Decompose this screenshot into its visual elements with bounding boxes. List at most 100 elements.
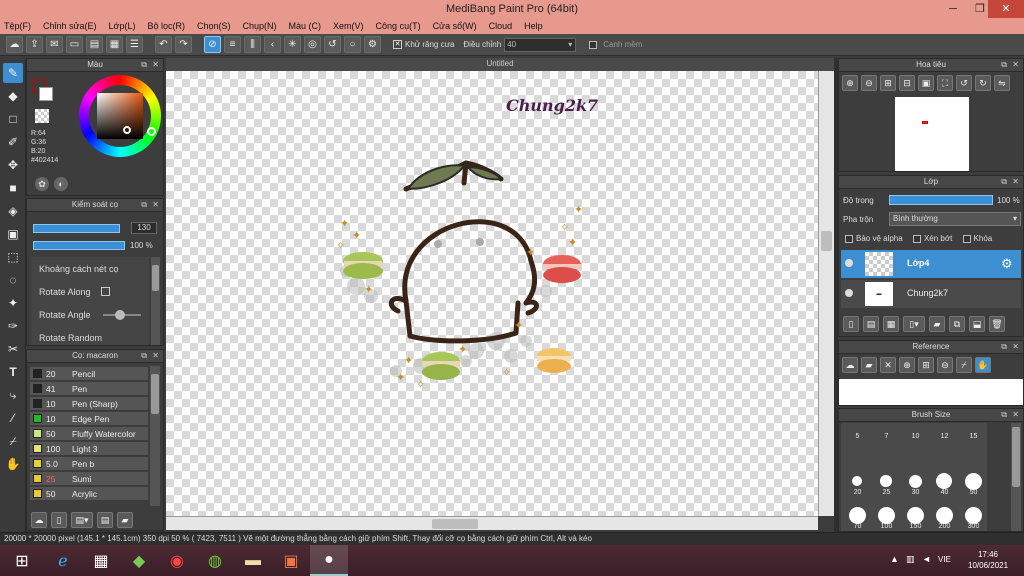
coccoc-icon[interactable]: ◍: [196, 545, 234, 576]
folder-icon[interactable]: ▰: [929, 316, 945, 332]
add-layer-menu-icon[interactable]: ▯▾: [903, 316, 925, 332]
undock-icon[interactable]: ⧉: [1001, 176, 1007, 188]
brush-props-scrollbar[interactable]: [151, 257, 160, 345]
brush-size-label[interactable]: 5: [849, 433, 866, 440]
close-panel-icon[interactable]: ✕: [1012, 341, 1019, 353]
internet-explorer-icon[interactable]: ℯ: [44, 545, 82, 576]
flip-icon[interactable]: ⇋: [994, 75, 1010, 91]
bucket-tool-icon[interactable]: ◈: [3, 201, 23, 221]
brush-size-label[interactable]: 100: [878, 523, 895, 530]
brush-list-item[interactable]: 41 Pen: [30, 382, 148, 396]
brush-list-scrollbar[interactable]: [150, 366, 160, 506]
layer-row[interactable]: ▬ Chung2k7: [841, 280, 1021, 308]
lasso-tool-icon[interactable]: ◌: [3, 270, 23, 290]
powerpoint-icon[interactable]: ▣: [272, 545, 310, 576]
menu-filter[interactable]: Bộ lọc(R): [147, 21, 185, 31]
gear-icon[interactable]: ⚙: [1001, 256, 1013, 272]
brush-list-item[interactable]: 100 Light 3: [30, 442, 148, 456]
brush-size-label[interactable]: 30: [907, 489, 924, 496]
dot-brush-tool-icon[interactable]: ✐: [3, 132, 23, 152]
layer-opacity-slider[interactable]: [889, 195, 993, 205]
brush-size-label[interactable]: 15: [965, 433, 982, 440]
list-icon[interactable]: ☰: [126, 36, 143, 53]
menu-view[interactable]: Xem(V): [333, 21, 364, 31]
close-panel-icon[interactable]: ✕: [152, 59, 159, 71]
brush-size-dot[interactable]: [936, 473, 952, 489]
cloud-icon[interactable]: ☁: [6, 36, 23, 53]
circle-snap-icon[interactable]: ◎: [304, 36, 321, 53]
rotate-along-checkbox[interactable]: [101, 287, 110, 296]
brush-size-label[interactable]: 200: [936, 523, 953, 530]
visibility-icon[interactable]: [845, 289, 853, 297]
trash-icon[interactable]: 🗑: [989, 316, 1005, 332]
grid-app-icon[interactable]: ▦: [82, 545, 120, 576]
zoom-fit-icon[interactable]: ⊞: [918, 357, 934, 373]
antialias-checkbox[interactable]: ✕: [393, 40, 402, 49]
brush-size-label[interactable]: 40: [936, 489, 953, 496]
zoom-in-icon[interactable]: ⊕: [899, 357, 915, 373]
navigator-preview[interactable]: [895, 97, 969, 171]
saturation-value-square[interactable]: [97, 93, 143, 139]
export-icon[interactable]: ⇪: [26, 36, 43, 53]
background-color-swatch[interactable]: [39, 87, 53, 101]
blend-mode-select[interactable]: Bình thường ▾: [889, 212, 1021, 226]
lock-checkbox[interactable]: [962, 234, 971, 243]
menu-snap[interactable]: Chụp(N): [243, 21, 277, 31]
vertical-scroll-thumb[interactable]: [821, 231, 832, 251]
grid-doc-icon[interactable]: ▦: [106, 36, 123, 53]
canvas-tab[interactable]: Untitled: [166, 58, 834, 71]
brush-list-item[interactable]: 50 Fluffy Watercolor: [30, 427, 148, 441]
vertical-snap-icon[interactable]: ⫼: [244, 36, 261, 53]
divide-tool-icon[interactable]: ⁄: [3, 408, 23, 428]
close-icon[interactable]: ✕: [880, 357, 896, 373]
brush-size-label[interactable]: 150: [907, 523, 924, 530]
eyedropper-icon[interactable]: ⌿: [956, 357, 972, 373]
layer-row[interactable]: Lớp4 ⚙: [841, 250, 1021, 278]
brush-size-label[interactable]: 300: [965, 523, 982, 530]
brush-size-dot[interactable]: [906, 506, 924, 524]
comment-icon[interactable]: ✉: [46, 36, 63, 53]
ellipse-snap-icon[interactable]: ○: [344, 36, 361, 53]
menu-select[interactable]: Chọn(S): [197, 21, 231, 31]
brush-settings-icon[interactable]: ▤: [97, 512, 113, 528]
close-panel-icon[interactable]: ✕: [152, 350, 159, 362]
zoom-fit-icon[interactable]: ⊞: [880, 75, 896, 91]
close-panel-icon[interactable]: ✕: [1012, 59, 1019, 71]
monitor-icon[interactable]: ▭: [66, 36, 83, 53]
canvas-horizontal-scrollbar[interactable]: [166, 516, 818, 530]
add-brush-icon[interactable]: ▤▾: [71, 512, 93, 528]
cloud-brush-icon[interactable]: ☁: [31, 512, 47, 528]
hue-picker-marker[interactable]: [147, 127, 156, 136]
menu-layer[interactable]: Lớp(L): [109, 21, 136, 31]
zoom-in-icon[interactable]: ⊕: [842, 75, 858, 91]
new-8bit-layer-icon[interactable]: ▦: [883, 316, 899, 332]
brush-size-dot[interactable]: [908, 474, 922, 488]
brush-size-dot[interactable]: [935, 506, 953, 524]
brush-size-label[interactable]: 70: [849, 523, 866, 530]
brush-size-value[interactable]: 130: [131, 222, 157, 234]
menu-file[interactable]: Tệp(F): [4, 21, 31, 31]
brush-list-item[interactable]: 10 Pen (Sharp): [30, 397, 148, 411]
close-panel-icon[interactable]: ✕: [152, 199, 159, 211]
clock[interactable]: 17:46 10/06/2021: [968, 549, 1008, 571]
fill-rect-tool-icon[interactable]: ■: [3, 178, 23, 198]
menu-edit[interactable]: Chỉnh sửa(E): [43, 21, 97, 31]
undock-icon[interactable]: ⧉: [1001, 409, 1007, 421]
brush-size-label[interactable]: 10: [907, 433, 924, 440]
tray-arrow-icon[interactable]: ▲: [890, 554, 899, 564]
hand-icon[interactable]: ✋: [975, 357, 991, 373]
start-button-icon[interactable]: ⊞: [0, 545, 44, 576]
hue-wheel[interactable]: [79, 75, 161, 157]
minimize-button[interactable]: ─: [938, 0, 968, 18]
viewport-indicator[interactable]: [922, 121, 928, 124]
gradient-tool-icon[interactable]: ▣: [3, 224, 23, 244]
horizontal-scroll-thumb[interactable]: [432, 519, 478, 529]
new-halftone-layer-icon[interactable]: ▤: [863, 316, 879, 332]
bluestacks-icon[interactable]: ◆: [120, 545, 158, 576]
reference-preview[interactable]: [839, 379, 1023, 405]
brush-list-item[interactable]: 50 Acrylic: [30, 487, 148, 501]
brush-size-label[interactable]: 25: [878, 489, 895, 496]
language-indicator[interactable]: VIE: [938, 555, 951, 564]
snap-settings-icon[interactable]: ⚙: [364, 36, 381, 53]
document-icon[interactable]: ▤: [86, 36, 103, 53]
